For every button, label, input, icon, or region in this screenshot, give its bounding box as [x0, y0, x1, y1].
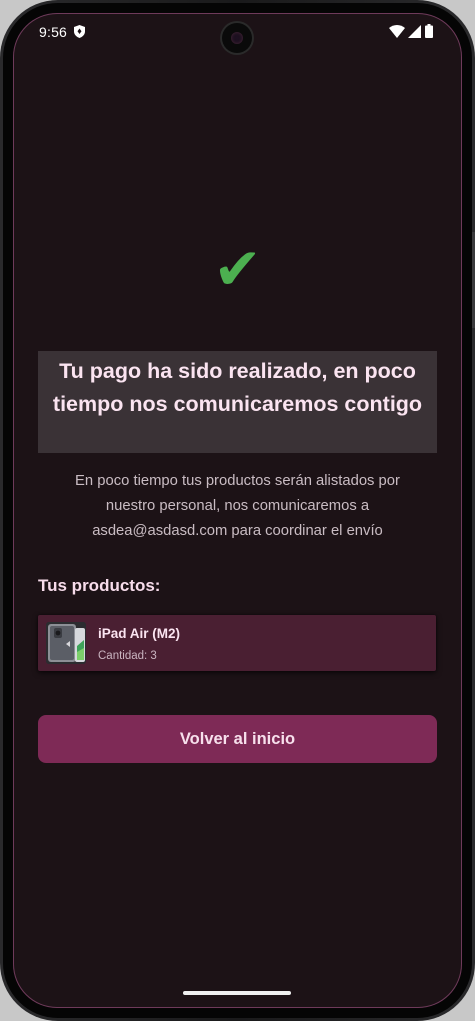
status-bar: 9:56	[13, 13, 462, 53]
front-camera	[222, 23, 252, 53]
wifi-icon	[389, 25, 405, 38]
product-thumbnail	[46, 622, 86, 664]
status-time: 9:56	[39, 24, 68, 40]
product-quantity: Cantidad: 3	[98, 650, 157, 662]
phone-frame: 9:56 ✔ Tu pago ha sido realizado, en poc…	[0, 0, 475, 1021]
ipad-image-icon	[46, 622, 86, 664]
products-title: Tus productos:	[38, 576, 161, 595]
success-check-icon: ✔	[213, 235, 262, 303]
battery-icon	[425, 24, 433, 38]
shield-icon	[74, 25, 85, 38]
confirmation-headline: Tu pago ha sido realizado, en poco tiemp…	[52, 359, 423, 416]
signal-icon	[408, 25, 421, 38]
product-card[interactable]: iPad Air (M2) Cantidad: 3	[38, 615, 436, 671]
confirmation-description: En poco tiempo tus productos serán alist…	[75, 473, 400, 539]
product-name: iPad Air (M2)	[98, 626, 181, 641]
app-screen: 9:56 ✔ Tu pago ha sido realizado, en poc…	[13, 13, 462, 1008]
home-indicator[interactable]	[183, 991, 291, 995]
headline-box: Tu pago ha sido realizado, en poco tiemp…	[38, 351, 437, 453]
back-to-home-button[interactable]: Volver al inicio	[38, 715, 437, 763]
